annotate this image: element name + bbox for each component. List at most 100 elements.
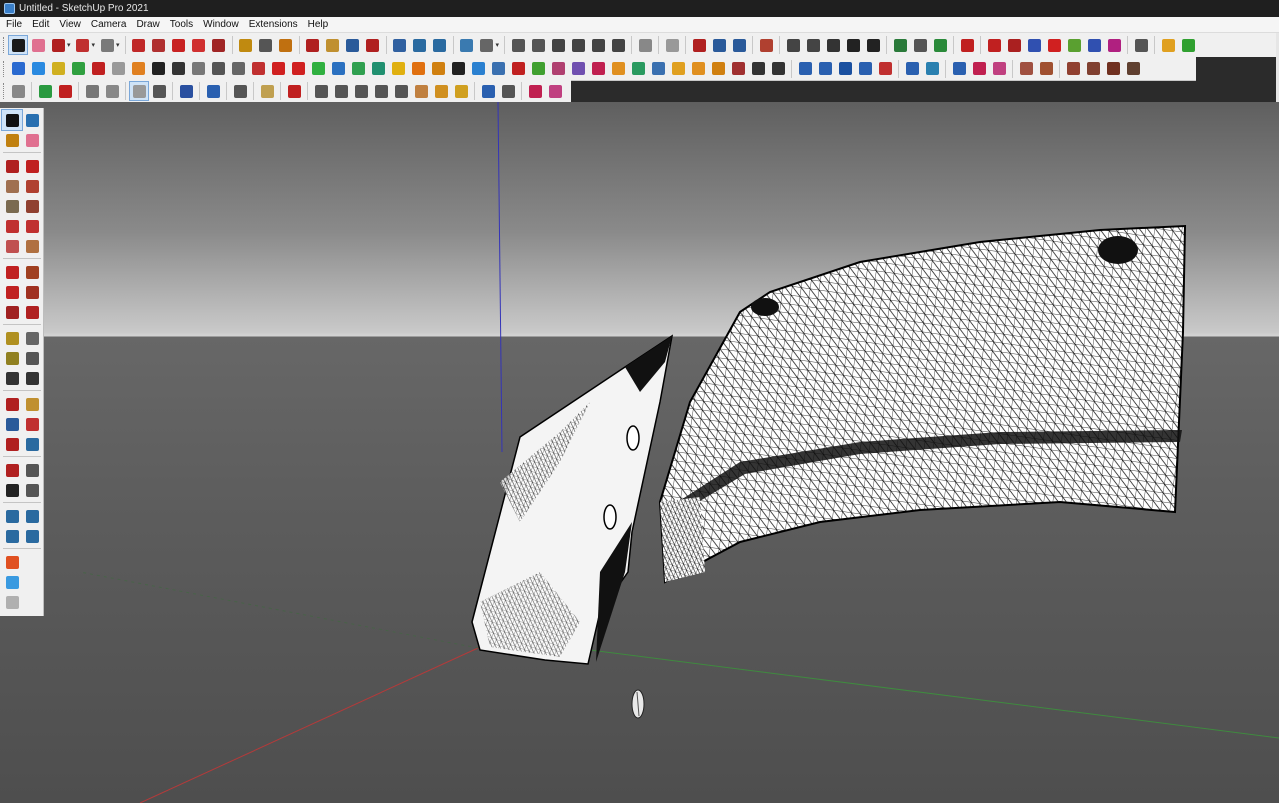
tool-paint-2-button[interactable] xyxy=(546,82,564,100)
tool-brown-1-button[interactable] xyxy=(1017,60,1035,78)
solid-shell-button[interactable] xyxy=(1085,36,1103,54)
iso-view-button[interactable] xyxy=(509,36,527,54)
tool-blue-6-button[interactable] xyxy=(796,60,814,78)
solid-split-button[interactable] xyxy=(1065,36,1083,54)
section-fill-button[interactable] xyxy=(730,36,748,54)
line-button[interactable] xyxy=(2,156,22,176)
tool-flag-3-button[interactable] xyxy=(499,82,517,100)
chevron-down-icon[interactable]: ▾ xyxy=(116,41,120,49)
arc-button[interactable] xyxy=(2,216,22,236)
tool-tag-1-button[interactable] xyxy=(83,82,101,100)
tool-black-2-button[interactable] xyxy=(169,60,187,78)
tool-red-4-button[interactable] xyxy=(589,60,607,78)
tool-dome-1-button[interactable] xyxy=(312,82,330,100)
tool-scatter-button[interactable] xyxy=(729,60,747,78)
tool-arc-1-button[interactable] xyxy=(258,82,276,100)
follow-me-button[interactable] xyxy=(22,282,42,302)
rectangle-button[interactable] xyxy=(2,176,22,196)
tool-orange-button[interactable] xyxy=(129,60,147,78)
tool-fork-button[interactable] xyxy=(769,60,787,78)
tool-orange-3-button[interactable] xyxy=(429,60,447,78)
tool-dome-4-button[interactable] xyxy=(372,82,390,100)
tool-orange-2-button[interactable] xyxy=(409,60,427,78)
previous-view-button[interactable] xyxy=(22,434,42,454)
tool-blue-1-button[interactable] xyxy=(9,60,27,78)
select-button[interactable] xyxy=(1,109,23,131)
ruby-cube-grey-button[interactable] xyxy=(2,592,22,612)
circle-button[interactable] xyxy=(2,196,22,216)
3d-text-button[interactable] xyxy=(22,368,42,388)
move-button[interactable] xyxy=(130,36,148,54)
menu-edit[interactable]: Edit xyxy=(28,19,55,30)
report-button[interactable] xyxy=(911,36,929,54)
tool-black-1-button[interactable] xyxy=(149,60,167,78)
tool-paint-1-button[interactable] xyxy=(526,82,544,100)
arc-button[interactable] xyxy=(74,36,92,54)
tool-blue-8-button[interactable] xyxy=(836,60,854,78)
right-view-button[interactable] xyxy=(569,36,587,54)
tool-pair-2-button[interactable] xyxy=(876,60,894,78)
tool-yellow-1-button[interactable] xyxy=(49,60,67,78)
tool-green-3-button[interactable] xyxy=(349,60,367,78)
tool-brown-2-button[interactable] xyxy=(1037,60,1055,78)
link-button[interactable] xyxy=(931,36,949,54)
offset-button[interactable] xyxy=(22,302,42,322)
tool-dome-8-button[interactable] xyxy=(452,82,470,100)
camera-button[interactable] xyxy=(824,36,842,54)
zoom-extents-button[interactable] xyxy=(2,434,22,454)
shirt-button[interactable] xyxy=(1159,36,1177,54)
tool-cross-button[interactable] xyxy=(289,60,307,78)
section-cut-button[interactable] xyxy=(710,36,728,54)
follow-me-button[interactable] xyxy=(150,36,168,54)
tool-outline-button[interactable] xyxy=(109,60,127,78)
menu-file[interactable]: File xyxy=(2,19,28,30)
tool-spin-button[interactable] xyxy=(749,60,767,78)
warehouse-button[interactable] xyxy=(2,506,22,526)
undo-button[interactable] xyxy=(958,36,976,54)
menu-extensions[interactable]: Extensions xyxy=(245,19,304,30)
move-button[interactable] xyxy=(2,262,22,282)
tool-box-button[interactable] xyxy=(649,60,667,78)
menu-view[interactable]: View xyxy=(55,19,87,30)
push-pull-button[interactable] xyxy=(170,36,188,54)
walk-button[interactable] xyxy=(2,480,22,500)
tool-dome-3-button[interactable] xyxy=(352,82,370,100)
tool-grid-2-button[interactable] xyxy=(689,60,707,78)
polygon-button[interactable] xyxy=(22,196,42,216)
tape-measure-button[interactable] xyxy=(2,328,22,348)
three-point-arc-button[interactable] xyxy=(2,236,22,256)
tool-outline-2-button[interactable] xyxy=(9,82,27,100)
menu-camera[interactable]: Camera xyxy=(87,19,133,30)
tool-dome-2-button[interactable] xyxy=(332,82,350,100)
zoom-extents-button[interactable] xyxy=(364,36,382,54)
eraser-button[interactable] xyxy=(22,130,42,150)
tool-red-1-button[interactable] xyxy=(89,60,107,78)
tool-green-5-button[interactable] xyxy=(629,60,647,78)
rotate-button[interactable] xyxy=(190,36,208,54)
position-camera-button[interactable] xyxy=(2,460,22,480)
orbit-button[interactable] xyxy=(2,394,22,414)
component-button[interactable] xyxy=(757,36,775,54)
two-point-arc-button[interactable] xyxy=(22,216,42,236)
menu-draw[interactable]: Draw xyxy=(132,19,165,30)
toolbar-grip[interactable] xyxy=(3,60,6,77)
solid-outer-button[interactable] xyxy=(1105,36,1123,54)
top-view-button[interactable] xyxy=(529,36,547,54)
tool-green-1-button[interactable] xyxy=(69,60,87,78)
tool-bar-button[interactable] xyxy=(150,82,168,100)
tool-pair-1-button[interactable] xyxy=(856,60,874,78)
geo-location-button[interactable] xyxy=(891,36,909,54)
solid-union-button[interactable] xyxy=(985,36,1003,54)
tape-measure-button[interactable] xyxy=(237,36,255,54)
menu-help[interactable]: Help xyxy=(304,19,335,30)
tool-pink-button[interactable] xyxy=(990,60,1008,78)
tool-blue-2-button[interactable] xyxy=(29,60,47,78)
fog-button[interactable] xyxy=(844,36,862,54)
paint-bucket-button[interactable] xyxy=(277,36,295,54)
tool-pen-button[interactable] xyxy=(285,82,303,100)
dimension-button[interactable] xyxy=(22,328,42,348)
chevron-down-icon[interactable]: ▾ xyxy=(92,41,96,49)
rotated-rectangle-button[interactable] xyxy=(22,176,42,196)
tool-teal-button[interactable] xyxy=(369,60,387,78)
zoom-button[interactable] xyxy=(2,414,22,434)
